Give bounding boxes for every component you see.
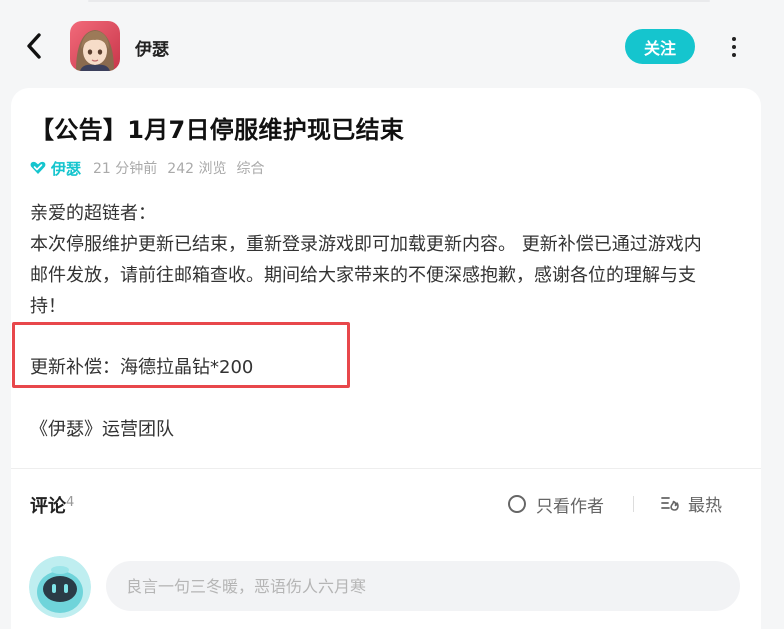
comments-heading: 评论	[30, 496, 66, 517]
body-line: 持！	[30, 296, 66, 317]
more-dot-icon	[732, 37, 736, 41]
author-name[interactable]: 伊瑟	[135, 35, 169, 60]
follow-button[interactable]: 关注	[625, 29, 695, 64]
section-divider	[11, 468, 761, 469]
robot-avatar-icon	[29, 556, 91, 618]
meta-category[interactable]: 综合	[236, 158, 264, 178]
sort-hot-button[interactable]: 最热	[660, 491, 722, 516]
current-user-avatar[interactable]	[29, 556, 91, 618]
more-options-button[interactable]	[724, 34, 744, 60]
body-line: 邮件发放，请前往邮箱查收。期间给大家带来的不便深感抱歉，感谢各位的理解与支	[30, 265, 696, 286]
signature-text: 《伊瑟》运营团队	[30, 419, 174, 440]
anime-girl-avatar-icon	[70, 21, 120, 71]
post-header: 伊瑟 关注	[0, 0, 784, 88]
post-title: 【公告】1月7日停服维护现已结束	[30, 116, 405, 144]
more-dot-icon	[732, 53, 736, 57]
sort-hot-label: 最热	[688, 495, 722, 516]
more-dot-icon	[732, 45, 736, 49]
meta-views: 242 浏览	[167, 161, 227, 177]
back-button[interactable]	[18, 28, 50, 64]
chevron-left-icon	[27, 33, 41, 59]
post-meta: 伊瑟 21 分钟前 242 浏览 综合	[30, 158, 274, 178]
only-author-toggle[interactable]: 只看作者	[508, 492, 604, 517]
radio-circle-icon	[508, 495, 526, 513]
highlight-annotation-box	[12, 322, 350, 388]
body-line: 本次停服维护更新已结束，重新登录游戏即可加载更新内容。 更新补偿已通过游戏内	[30, 234, 702, 255]
author-avatar[interactable]	[70, 21, 120, 71]
meta-time: 21 分钟前	[93, 161, 158, 177]
sort-flame-icon	[661, 497, 679, 511]
only-author-label: 只看作者	[536, 496, 604, 517]
body-line: 亲爱的超链者：	[30, 203, 156, 224]
verified-heart-icon	[30, 161, 46, 174]
post-body: 亲爱的超链者： 本次停服维护更新已结束，重新登录游戏即可加载更新内容。 更新补偿…	[30, 198, 740, 322]
comments-count: 4	[66, 495, 75, 510]
comment-input[interactable]	[106, 561, 740, 611]
meta-author-name[interactable]: 伊瑟	[51, 158, 81, 179]
filter-separator	[633, 496, 634, 512]
